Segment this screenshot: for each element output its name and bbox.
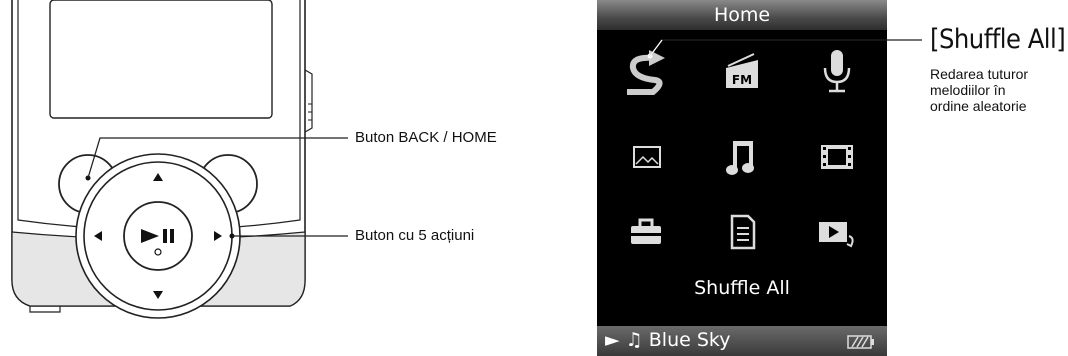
- description-line: melodiilor în: [930, 82, 1006, 98]
- description-text: Redarea tuturor melodiilor în ordine ale…: [930, 66, 1028, 114]
- shuffle-leader: [647, 39, 922, 59]
- description-line: ordine aleatorie: [930, 98, 1027, 114]
- description-line: Redarea tuturor: [930, 66, 1029, 82]
- description-title: [Shuffle All]: [930, 24, 1066, 55]
